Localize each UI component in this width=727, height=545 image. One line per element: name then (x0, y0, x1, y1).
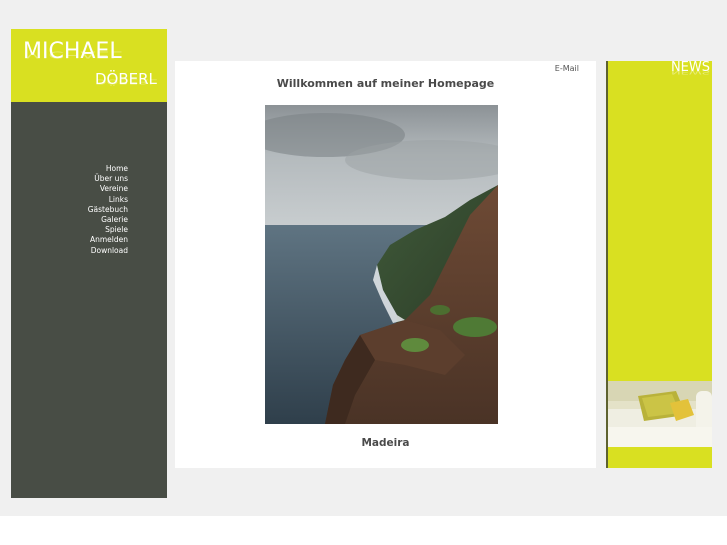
madeira-photo (265, 105, 498, 424)
email-link[interactable]: E-Mail (555, 64, 579, 73)
nav-item-galerie[interactable]: Galerie (88, 215, 128, 225)
nav-item-ueber-uns[interactable]: Über uns (88, 174, 128, 184)
sofa-cushions-image (608, 381, 712, 447)
news-title-reflection: NEWS (670, 69, 710, 75)
nav-item-links[interactable]: Links (88, 195, 128, 205)
photo-caption: Madeira (361, 437, 410, 449)
main-content: E-Mail Willkommen auf meiner Homepage Ma… (175, 61, 596, 468)
page-headline: Willkommen auf meiner Homepage (276, 77, 495, 90)
main-navigation: Home Über uns Vereine Links Gästebuch Ga… (88, 164, 128, 256)
site-logo[interactable]: MICHAEL MICHAEL DÖBERL DÖBERL (11, 29, 167, 102)
logo-first-name-reflection: MICHAEL (23, 48, 122, 60)
nav-item-spiele[interactable]: Spiele (88, 225, 128, 235)
news-panel: NEWS NEWS (606, 60, 712, 468)
nav-item-vereine[interactable]: Vereine (88, 184, 128, 194)
nav-item-anmelden[interactable]: Anmelden (88, 235, 128, 245)
sidebar: Home Über uns Vereine Links Gästebuch Ga… (11, 102, 167, 498)
nav-item-gaestebuch[interactable]: Gästebuch (88, 205, 128, 215)
nav-item-download[interactable]: Download (88, 246, 128, 256)
logo-last-name-reflection: DÖBERL (95, 77, 157, 86)
nav-item-home[interactable]: Home (88, 164, 128, 174)
